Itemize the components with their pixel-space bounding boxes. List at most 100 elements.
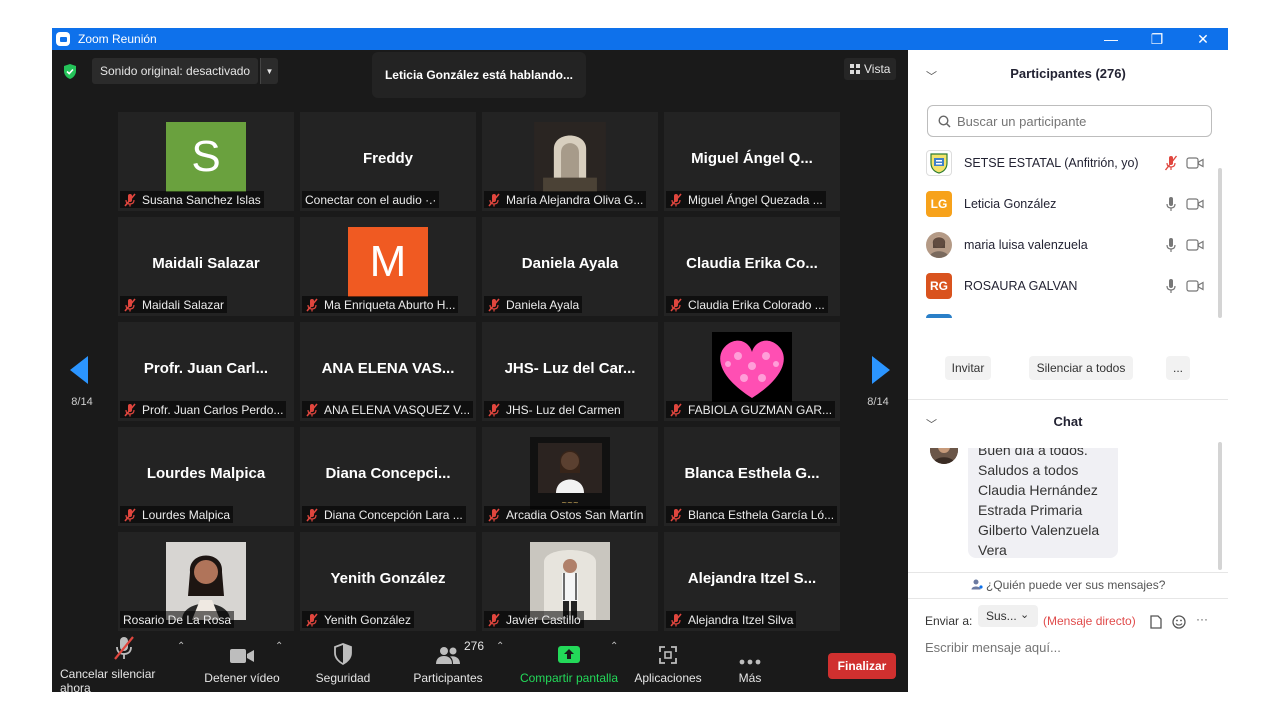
microphone-icon[interactable] [1164, 278, 1178, 294]
unmute-button[interactable]: Cancelar silenciar ahora [60, 635, 188, 692]
invite-button[interactable]: Invitar [945, 356, 991, 380]
muted-microphone-icon [114, 636, 134, 660]
participant-name-label: Diana Concepción Lara ... [302, 506, 466, 523]
participant-name: Javier Castillo [506, 612, 581, 627]
emoji-icon[interactable] [1172, 615, 1186, 629]
participant-video-tile[interactable]: María Alejandra Oliva G... [482, 112, 658, 211]
chat-message-input[interactable] [925, 635, 1215, 659]
mute-all-button[interactable]: Silenciar a todos [1029, 356, 1133, 380]
participant-video-tile[interactable]: Javier Castillo [482, 532, 658, 631]
microphone-icon[interactable] [1164, 196, 1178, 212]
participant-name: Alejandra Itzel Silva [688, 612, 794, 627]
participant-video-tile[interactable]: ~~~ Arcadia Ostos San Martín [482, 427, 658, 526]
send-to-value: Sus... [986, 609, 1017, 623]
security-shield-icon [334, 643, 352, 665]
who-can-see-link[interactable]: ¿Quién puede ver sus mensajes? [908, 578, 1228, 592]
participants-label: Participantes [413, 671, 483, 685]
microphone-icon[interactable] [1164, 237, 1178, 253]
participant-video-tile[interactable]: Lourdes Malpica Lourdes Malpica [118, 427, 294, 526]
participant-photo [712, 332, 792, 410]
end-meeting-button[interactable]: Finalizar [828, 653, 896, 679]
participant-video-tile[interactable]: Blanca Esthela G... Blanca Esthela García… [664, 427, 840, 526]
video-camera-icon[interactable] [1186, 238, 1204, 252]
participant-photo [530, 542, 610, 620]
participant-row-partial[interactable] [908, 306, 1220, 318]
apps-button[interactable]: Aplicaciones [632, 635, 704, 692]
muted-mic-icon [124, 192, 136, 207]
participant-video-tile[interactable]: Alejandra Itzel S... Alejandra Itzel Silv… [664, 532, 840, 631]
send-to-select[interactable]: Sus... ⌄ [978, 605, 1038, 627]
participant-video-tile[interactable]: Rosario De La Rosa [118, 532, 294, 631]
participants-scrollbar[interactable] [1218, 168, 1222, 318]
apps-label: Aplicaciones [634, 671, 702, 685]
encryption-shield-icon[interactable] [62, 62, 80, 80]
participant-name: Yenith González [324, 612, 411, 627]
audio-options-caret[interactable]: ⌃ [177, 641, 185, 652]
muted-mic-icon [488, 402, 500, 417]
participant-search-input[interactable] [957, 113, 1197, 129]
chat-more-button[interactable]: ··· [1196, 612, 1208, 626]
participant-video-tile[interactable]: Diana Concepci... Diana Concepción Lara .… [300, 427, 476, 526]
security-button[interactable]: Seguridad [308, 635, 378, 692]
participant-video-tile[interactable]: S Susana Sanchez Islas [118, 112, 294, 211]
stop-video-button[interactable]: Detener vídeo [200, 635, 284, 692]
muted-mic-icon [670, 402, 682, 417]
muted-mic-icon[interactable] [1164, 155, 1178, 171]
more-button[interactable]: Más [728, 635, 772, 692]
video-camera-icon[interactable] [1186, 197, 1204, 211]
participant-name: Lourdes Malpica [142, 507, 231, 522]
unmute-label: Cancelar silenciar ahora [60, 667, 156, 692]
participant-row[interactable]: RG ROSAURA GALVAN [908, 265, 1220, 306]
participant-video-tile[interactable]: FABIOLA GUZMAN GAR... [664, 322, 840, 421]
participant-row[interactable]: maria luisa valenzuela [908, 224, 1220, 265]
participant-video-tile[interactable]: Maidali Salazar Maidali Salazar [118, 217, 294, 316]
original-sound-dropdown[interactable]: ▼ [260, 58, 278, 84]
participant-video-tile[interactable]: Claudia Erika Co... Claudia Erika Colorad… [664, 217, 840, 316]
chat-line: Saludos a todos [978, 462, 1079, 478]
video-camera-icon[interactable] [1186, 279, 1204, 293]
participant-video-tile[interactable]: Daniela Ayala Daniela Ayala [482, 217, 658, 316]
apps-icon [659, 646, 677, 664]
participant-row[interactable]: SETSE ESTATAL (Anfitrión, yo) [908, 142, 1220, 183]
video-options-caret[interactable]: ⌃ [275, 641, 283, 652]
participant-video-tile[interactable]: Profr. Juan Carl... Profr. Juan Carlos Pe… [118, 322, 294, 421]
participant-avatar [926, 313, 952, 318]
participant-name: FABIOLA GUZMAN GAR... [688, 402, 833, 417]
participant-video-tile[interactable]: Freddy Conectar con el audio ·.· [300, 112, 476, 211]
video-camera-icon[interactable] [1186, 156, 1204, 170]
share-screen-button[interactable]: Compartir pantalla [518, 635, 620, 692]
muted-mic-icon [670, 297, 682, 312]
participant-row[interactable]: LG Leticia González [908, 183, 1220, 224]
muted-mic-icon [306, 612, 318, 627]
share-options-caret[interactable]: ⌃ [610, 641, 618, 652]
chat-input-divider [908, 598, 1228, 599]
muted-mic-icon [670, 507, 682, 522]
participants-options-caret[interactable]: ⌃ [496, 641, 504, 652]
original-sound-button[interactable]: Sonido original: desactivado [92, 58, 259, 84]
participant-video-tile[interactable]: JHS- Luz del Car... JHS- Luz del Carmen [482, 322, 658, 421]
close-button[interactable]: ✕ [1180, 28, 1226, 50]
minimize-button[interactable]: — [1088, 28, 1134, 50]
muted-mic-icon [306, 402, 318, 417]
participant-video-tile[interactable]: M Ma Enriqueta Aburto H... [300, 217, 476, 316]
participant-name-label: FABIOLA GUZMAN GAR... [666, 401, 836, 418]
next-page-arrow-icon[interactable] [872, 356, 890, 384]
restore-button[interactable]: ❐ [1134, 28, 1180, 50]
participant-initial-avatar: S [166, 122, 246, 192]
send-to-label: Enviar a: [925, 614, 973, 628]
participant-video-tile[interactable]: Miguel Ángel Q... Miguel Ángel Quezada ..… [664, 112, 840, 211]
active-speaker-banner: Leticia González está hablando... [372, 52, 586, 98]
participant-name: Ma Enriqueta Aburto H... [324, 297, 456, 312]
participants-more-button[interactable]: ... [1166, 356, 1190, 380]
zoom-logo-icon [56, 32, 70, 46]
participant-video-tile[interactable]: ANA ELENA VAS... ANA ELENA VASQUEZ V... [300, 322, 476, 421]
chat-scrollbar[interactable] [1218, 442, 1222, 570]
chat-message-bubble: Buen día a todos. Saludos a todos Claudia… [968, 448, 1118, 558]
participant-search[interactable] [927, 105, 1212, 137]
file-icon[interactable] [1150, 615, 1162, 629]
participant-video-tile[interactable]: Yenith González Yenith González [300, 532, 476, 631]
previous-page-arrow-icon[interactable] [70, 356, 88, 384]
participant-name-label: Miguel Ángel Quezada ... [666, 191, 826, 208]
view-button[interactable]: Vista [844, 58, 897, 80]
participants-list: SETSE ESTATAL (Anfitrión, yo) LG Leticia G… [908, 142, 1220, 318]
